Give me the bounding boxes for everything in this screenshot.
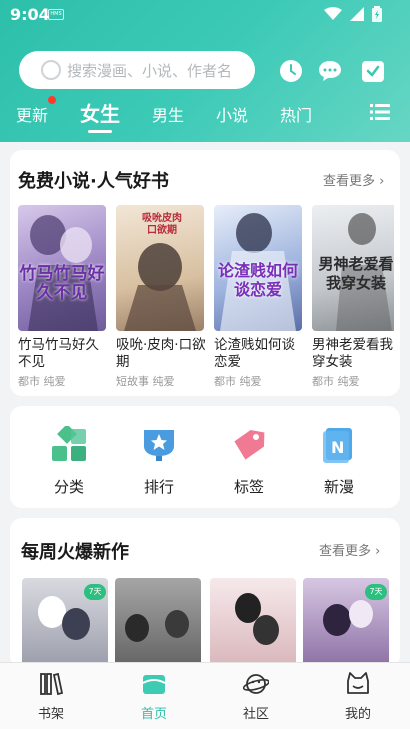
category-icon (52, 424, 86, 461)
quick-links-card: 分类 排行 标签 N 新漫 (10, 406, 400, 508)
nav-label: 社区 (242, 707, 269, 722)
free-novels-card: 免费小说·人气好书 查看更多 › 竹马竹马好久不见 竹马竹马好久不见 都市 纯爱… (10, 150, 400, 396)
status-indicators (324, 6, 382, 22)
chevron-right-icon: › (379, 174, 385, 189)
book-item[interactable]: 论渣贱如何谈恋爱 论渣贱如何谈恋爱 都市 纯爱 (214, 205, 304, 389)
section-title: 免费小说·人气好书 (18, 171, 169, 192)
tab-novel[interactable]: 小说 (216, 102, 248, 126)
book-item[interactable]: 吸吮皮肉口欲期 吸吮·皮肉·口欲期 短故事 纯爱 (116, 205, 206, 389)
category-tabs: 更新 女生 男生 小说 热门 (0, 96, 410, 136)
bookshelf-icon (40, 672, 64, 696)
cover-title: 论渣贱如何谈恋爱 (217, 261, 298, 299)
checkin-icon[interactable] (361, 59, 385, 83)
book-cover: 吸吮皮肉口欲期 (116, 205, 204, 331)
weekly-hits-card: 每周火爆新作 查看更多 › 7天 7天 (10, 518, 400, 668)
cover-title: 吸吮皮肉口欲期 (142, 213, 182, 236)
book-item[interactable]: 男神老爱看我穿女装 男神老爱看我穿女装 都市 纯爱 (312, 205, 394, 389)
quick-link-label: 排行 (143, 478, 174, 496)
book-tags: 短故事 纯爱 (116, 375, 175, 388)
comic-cover[interactable] (115, 578, 201, 668)
see-more-link[interactable]: 查看更多 › (323, 170, 384, 189)
book-item[interactable]: 竹马竹马好久不见 竹马竹马好久不见 都市 纯爱 (18, 205, 108, 389)
book-title: 竹马竹马好久不见 (18, 337, 99, 370)
status-bar: 9:04 HMS (0, 0, 410, 30)
message-icon[interactable] (318, 59, 342, 83)
nav-label: 书架 (37, 707, 64, 722)
quick-link-new-comic[interactable]: N 新漫 (309, 426, 369, 497)
nav-community[interactable]: 社区 (226, 671, 286, 722)
tag-icon (234, 430, 265, 460)
see-more-label: 查看更多 (323, 174, 376, 189)
tab-male[interactable]: 男生 (152, 102, 184, 126)
home-icon (142, 675, 166, 694)
quick-link-ranking[interactable]: 排行 (129, 426, 189, 497)
battery-icon (372, 6, 382, 22)
tab-female[interactable]: 女生 (80, 98, 120, 127)
nav-home[interactable]: 首页 (124, 671, 184, 722)
svg-text:N: N (331, 438, 344, 457)
cover-illustration (115, 578, 201, 668)
comic-cover[interactable]: 7天 (22, 578, 108, 668)
weekly-badge: 7天 (365, 584, 387, 600)
book-title: 论渣贱如何谈恋爱 (214, 337, 295, 370)
see-more-label: 查看更多 (319, 544, 372, 559)
tab-hot[interactable]: 热门 (280, 102, 312, 126)
book-cover: 男神老爱看我穿女装 (312, 205, 394, 331)
book-cover: 竹马竹马好久不见 (18, 205, 106, 331)
cover-title: 男神老爱看我穿女装 (318, 255, 394, 292)
profile-icon (347, 672, 369, 694)
search-input[interactable]: 搜索漫画、小说、作者名 (19, 51, 255, 89)
signal-icon (350, 7, 364, 21)
cover-illustration (235, 593, 279, 645)
comic-cover[interactable] (210, 578, 296, 668)
wifi-icon (324, 7, 342, 20)
bottom-nav: 书架 首页 社区 我的 (0, 662, 410, 729)
book-cover: 论渣贱如何谈恋爱 (214, 205, 302, 331)
sim-icon: HMS (48, 9, 64, 20)
search-icon (41, 60, 61, 80)
quick-link-label: 标签 (233, 478, 264, 496)
new-comic-icon: N (323, 428, 352, 463)
quick-link-label: 新漫 (323, 478, 354, 496)
see-more-link[interactable]: 查看更多 › (319, 540, 380, 559)
section-title: 每周火爆新作 (21, 542, 129, 563)
status-time: 9:04 (10, 5, 50, 24)
comic-cover[interactable]: 7天 (303, 578, 389, 668)
tab-updates[interactable]: 更新 (16, 102, 48, 126)
search-row: 搜索漫画、小说、作者名 (19, 51, 399, 91)
weekly-badge: 7天 (84, 584, 106, 600)
quick-link-category[interactable]: 分类 (39, 424, 99, 497)
search-placeholder: 搜索漫画、小说、作者名 (67, 61, 233, 80)
book-title: 男神老爱看我穿女装 (312, 337, 393, 370)
nav-profile[interactable]: 我的 (328, 671, 388, 722)
book-tags: 都市 纯爱 (214, 375, 262, 388)
cover-title: 竹马竹马好久不见 (19, 264, 105, 303)
community-icon (242, 674, 270, 694)
ranking-icon (144, 430, 174, 461)
clock-icon[interactable] (279, 59, 303, 83)
nav-label: 首页 (140, 707, 167, 722)
update-dot (48, 96, 56, 104)
quick-link-tag[interactable]: 标签 (219, 426, 279, 497)
book-tags: 都市 纯爱 (18, 375, 66, 388)
chevron-right-icon: › (375, 544, 381, 559)
nav-bookshelf[interactable]: 书架 (21, 671, 81, 722)
app-header: 9:04 HMS 搜索漫画、小说、作者名 更新 女生 男生 小说 热门 (0, 0, 410, 142)
quick-link-label: 分类 (53, 478, 84, 496)
book-tags: 都市 纯爱 (312, 375, 360, 388)
tab-underline (88, 130, 112, 133)
menu-icon[interactable] (370, 104, 390, 120)
nav-label: 我的 (344, 707, 371, 722)
book-title: 吸吮·皮肉·口欲期 (116, 337, 206, 370)
